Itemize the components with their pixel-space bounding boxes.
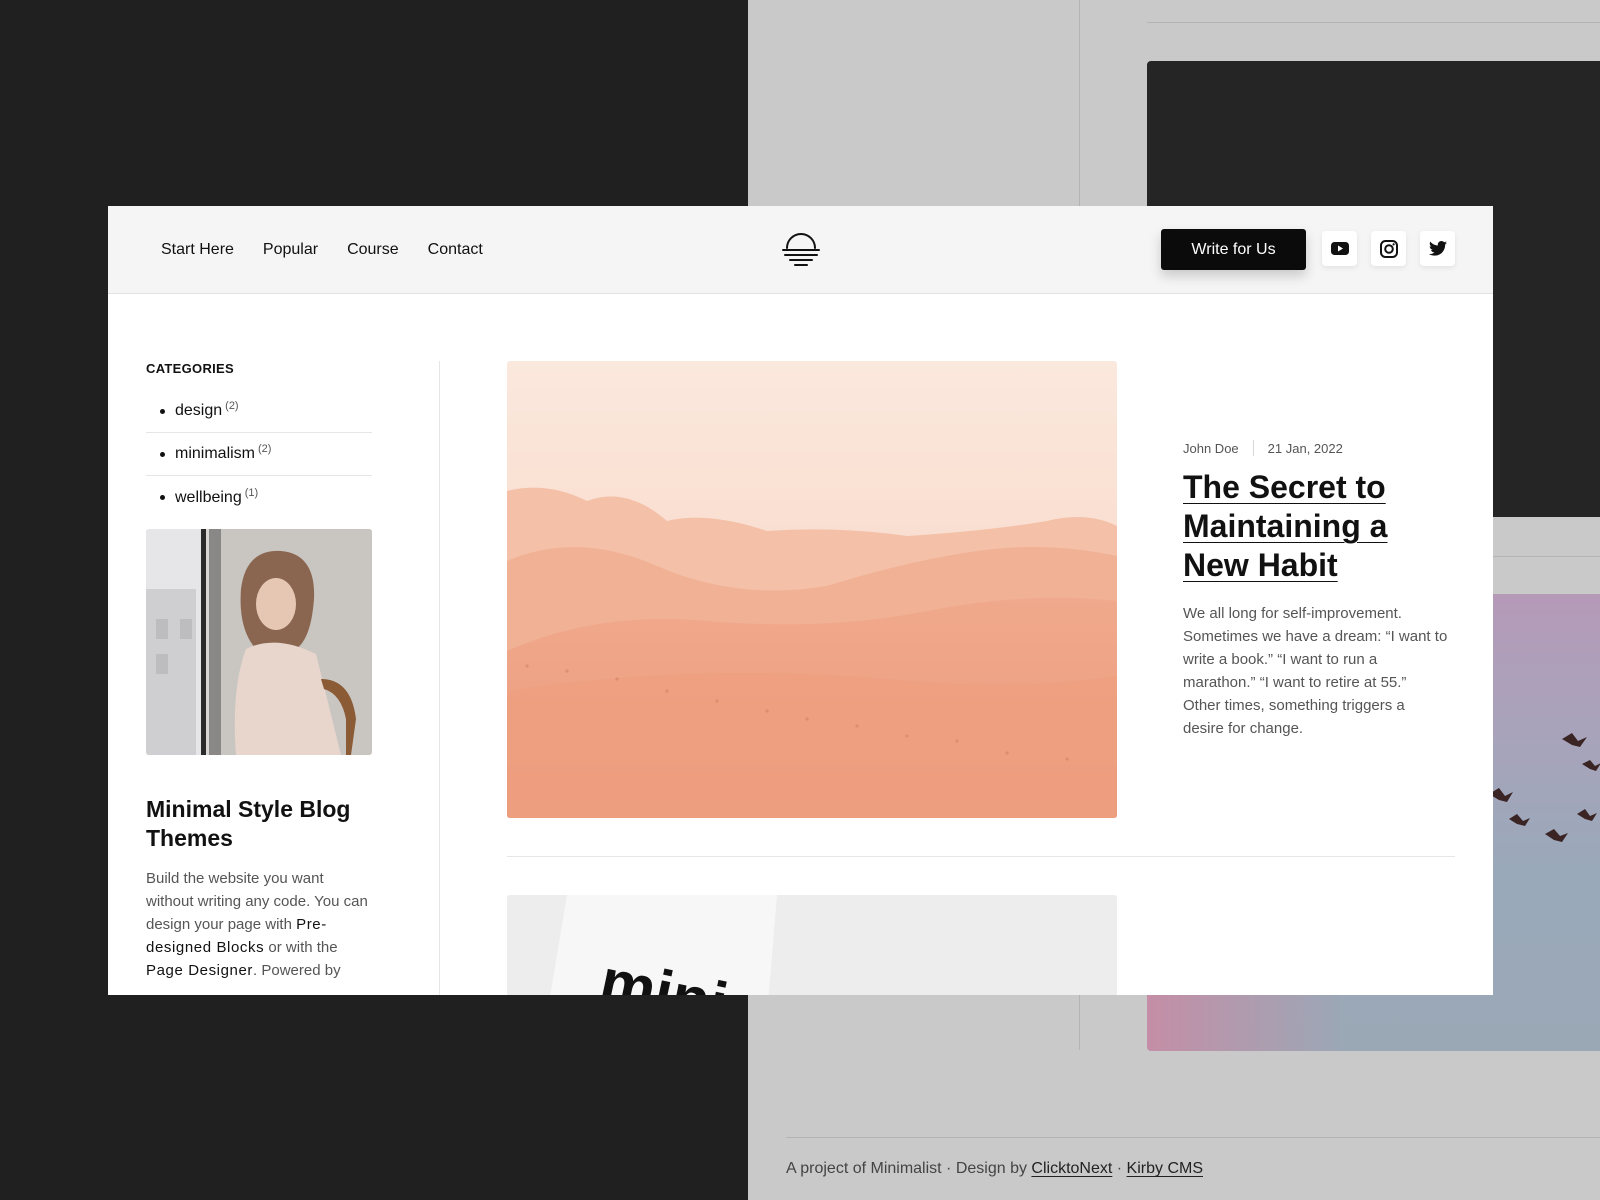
write-for-us-button[interactable]: Write for Us bbox=[1161, 229, 1306, 270]
sidebar: CATEGORIES design (2) minimalism (2) wel… bbox=[146, 361, 372, 982]
promo-title: Minimal Style Blog Themes bbox=[146, 796, 351, 851]
main-nav: Start Here Popular Course Contact bbox=[161, 206, 483, 294]
post-divider bbox=[507, 856, 1455, 857]
category-minimalism[interactable]: minimalism (2) bbox=[146, 433, 372, 476]
birds-image bbox=[1489, 733, 1600, 842]
post-date: 21 Jan, 2022 bbox=[1267, 440, 1343, 456]
meta-separator bbox=[1252, 440, 1254, 456]
promo-portrait-image bbox=[146, 529, 372, 755]
nav-item-contact[interactable]: Contact bbox=[428, 241, 483, 259]
nav-item-popular[interactable]: Popular bbox=[263, 241, 318, 259]
nav-item-course[interactable]: Course bbox=[347, 241, 399, 259]
categories-list: design (2) minimalism (2) wellbeing (1) bbox=[146, 390, 372, 519]
category-design[interactable]: design (2) bbox=[146, 390, 372, 433]
promo-text: Build the website you want without writi… bbox=[146, 870, 368, 979]
blog-page-window: Start Here Popular Course Contact Write … bbox=[108, 206, 1493, 995]
youtube-button[interactable] bbox=[1322, 231, 1357, 266]
sunset-logo-icon[interactable] bbox=[781, 228, 821, 270]
categories-heading: CATEGORIES bbox=[146, 361, 234, 376]
post-author[interactable]: John Doe bbox=[1183, 441, 1239, 456]
category-label: wellbeing bbox=[175, 488, 242, 506]
category-label: minimalism bbox=[175, 445, 255, 462]
twitter-button[interactable] bbox=[1420, 231, 1455, 266]
background-footer: A project of Minimalist · Design by Clic… bbox=[786, 1160, 1203, 1177]
category-count: (2) bbox=[258, 443, 272, 455]
kirby-cms-link[interactable]: Kirby CMS bbox=[1127, 1160, 1203, 1177]
instagram-button[interactable] bbox=[1371, 231, 1406, 266]
sidebar-divider bbox=[439, 361, 440, 995]
youtube-icon bbox=[1330, 242, 1349, 255]
category-wellbeing[interactable]: wellbeing (1) bbox=[146, 476, 372, 519]
category-label: design bbox=[175, 402, 223, 419]
page-designer-link[interactable]: Page Designer bbox=[146, 962, 253, 979]
clicktonext-link[interactable]: ClicktoNext bbox=[1031, 1160, 1112, 1177]
instagram-icon bbox=[1379, 239, 1398, 258]
post-title-link[interactable]: The Secret to Maintaining a New Habit bbox=[1183, 468, 1453, 585]
bullet-icon bbox=[160, 451, 165, 457]
second-post-image[interactable]: mini bbox=[507, 895, 1117, 995]
twitter-icon bbox=[1428, 241, 1447, 256]
bullet-icon bbox=[160, 495, 165, 500]
background-divider bbox=[1147, 22, 1600, 23]
post-excerpt: We all long for self-improvement. Someti… bbox=[1183, 605, 1448, 737]
post-meta: John Doe 21 Jan, 2022 bbox=[1183, 440, 1343, 456]
nav-item-start-here[interactable]: Start Here bbox=[161, 241, 234, 259]
header-bar: Start Here Popular Course Contact Write … bbox=[108, 206, 1493, 294]
bullet-icon bbox=[160, 408, 165, 414]
background-footer-divider bbox=[786, 1137, 1600, 1138]
category-count: (1) bbox=[244, 486, 259, 499]
featured-post-image[interactable] bbox=[507, 361, 1117, 818]
category-count: (2) bbox=[225, 400, 239, 412]
